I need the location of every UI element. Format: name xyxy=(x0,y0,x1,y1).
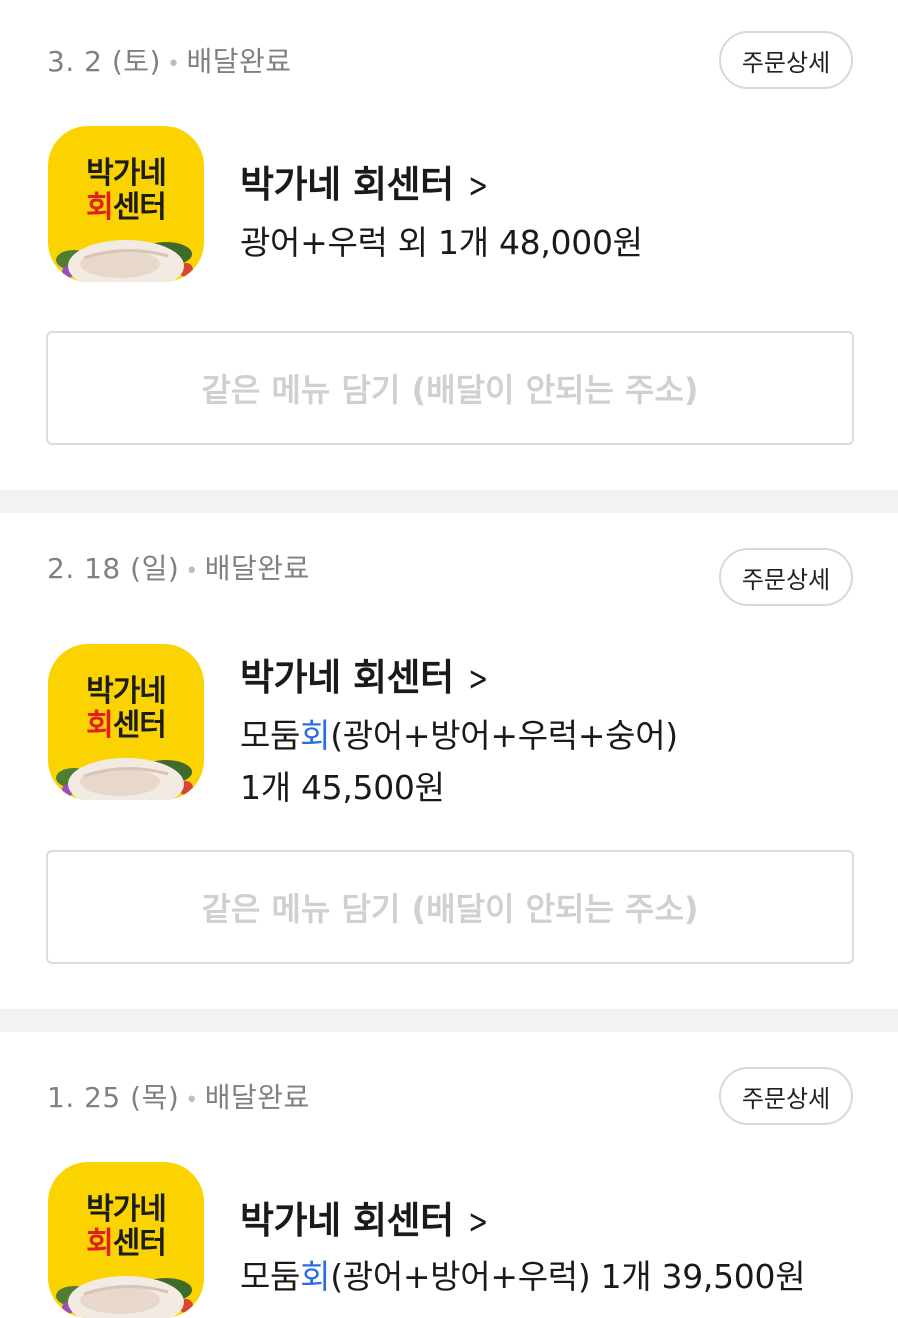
section-divider xyxy=(0,1009,898,1032)
fish-dish-image xyxy=(56,240,193,282)
order-detail-button[interactable]: 주문상세 xyxy=(719,31,853,89)
menu-summary: 모둠회(광어+방어+우럭+숭어) xyxy=(240,716,678,755)
reorder-same-menu-button[interactable]: 같은 메뉴 담기 (배달이 안되는 주소) xyxy=(46,850,854,964)
order-detail-button[interactable]: 주문상세 xyxy=(719,548,853,606)
separator-dot: • xyxy=(185,1088,199,1113)
order-date: 1. 25 (목) xyxy=(47,1081,180,1114)
store-name-link[interactable]: 박가네 회센터 > xyxy=(240,1190,492,1244)
order-status: 배달완료 xyxy=(186,45,292,78)
order-date-status: 1. 25 (목) • 배달완료 xyxy=(47,1076,310,1116)
reorder-same-menu-button[interactable]: 같은 메뉴 담기 (배달이 안되는 주소) xyxy=(46,331,854,445)
store-logo[interactable]: 박가네 회센터 xyxy=(48,1162,204,1318)
fish-dish-image xyxy=(56,1276,193,1318)
store-logo[interactable]: 박가네 회센터 xyxy=(48,126,204,282)
order-card: 1. 25 (목) • 배달완료 주문상세 박가네 회센터 박가네 회센터 > 모둠회… xyxy=(0,1032,898,1318)
order-status: 배달완료 xyxy=(204,552,310,585)
fish-dish-image xyxy=(56,758,193,800)
store-logo[interactable]: 박가네 회센터 xyxy=(48,644,204,800)
separator-dot: • xyxy=(185,559,199,584)
order-card: 2. 18 (일) • 배달완료 주문상세 박가네 회센터 박가네 회센터 > 모둠회… xyxy=(0,513,898,1009)
store-name: 박가네 회센터 xyxy=(240,163,454,206)
order-date-status: 3. 2 (토) • 배달완료 xyxy=(47,40,291,80)
store-name: 박가네 회센터 xyxy=(240,656,454,699)
menu-highlight: 회 xyxy=(300,716,331,755)
order-status: 배달완료 xyxy=(204,1081,310,1114)
menu-summary: 광어+우럭 외 1개 48,000원 xyxy=(240,223,643,262)
order-card: 3. 2 (토) • 배달완료 주문상세 박가네 회센터 박가네 회센터 > 광어+우… xyxy=(0,0,898,490)
menu-quantity-price: 1개 45,500원 xyxy=(240,768,445,807)
separator-dot: • xyxy=(166,52,181,77)
store-name-link[interactable]: 박가네 회센터 > xyxy=(240,647,492,701)
store-name: 박가네 회센터 xyxy=(240,1199,454,1242)
order-detail-button[interactable]: 주문상세 xyxy=(719,1067,853,1125)
order-date-status: 2. 18 (일) • 배달완료 xyxy=(47,547,310,587)
store-name-link[interactable]: 박가네 회센터 > xyxy=(240,154,492,208)
order-date: 3. 2 (토) xyxy=(47,45,161,78)
menu-highlight: 회 xyxy=(300,1257,331,1296)
chevron-right-icon: > xyxy=(467,1202,488,1242)
chevron-right-icon: > xyxy=(467,659,488,699)
chevron-right-icon: > xyxy=(467,166,488,206)
section-divider xyxy=(0,490,898,513)
menu-summary: 모둠회(광어+방어+우럭) 1개 39,500원 xyxy=(240,1257,806,1296)
order-date: 2. 18 (일) xyxy=(47,552,180,585)
